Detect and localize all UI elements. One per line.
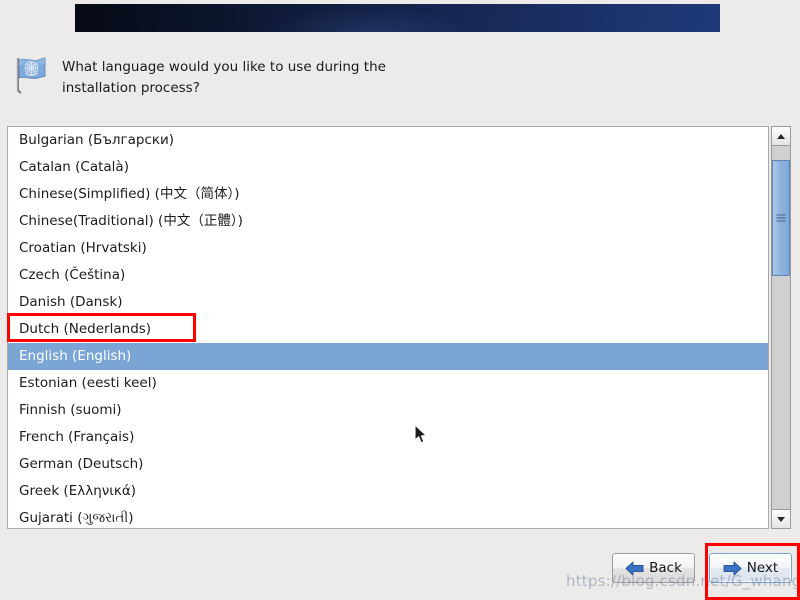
header-banner [75, 4, 720, 32]
list-item[interactable]: Chinese(Simplified) (中文（简体）) [8, 181, 768, 208]
banner-sheen [255, 4, 475, 32]
next-button[interactable]: Next [709, 553, 792, 583]
list-item[interactable]: Chinese(Traditional) (中文（正體）) [8, 208, 768, 235]
list-item[interactable]: Estonian (eesti keel) [8, 370, 768, 397]
list-item[interactable]: German (Deutsch) [8, 451, 768, 478]
scroll-up-button[interactable] [772, 127, 790, 146]
list-item[interactable]: Catalan (Català) [8, 154, 768, 181]
prompt-row: What language would you like to use duri… [8, 52, 508, 99]
list-item[interactable]: Greek (Ελληνικά) [8, 478, 768, 505]
un-flag-icon [8, 52, 52, 96]
list-item[interactable]: Danish (Dansk) [8, 289, 768, 316]
list-item[interactable]: Finnish (suomi) [8, 397, 768, 424]
chevron-down-icon [777, 516, 785, 522]
mouse-cursor [414, 424, 428, 449]
list-item[interactable]: Gujarati (ગુજરાતી) [8, 505, 768, 528]
back-button[interactable]: Back [612, 553, 695, 583]
list-item-selected[interactable]: English (English) [8, 343, 768, 370]
list-item[interactable]: Bulgarian (Български) [8, 127, 768, 154]
prompt-text: What language would you like to use duri… [62, 59, 386, 96]
list-item[interactable]: Czech (Čeština) [8, 262, 768, 289]
button-bar: Back Next [612, 553, 792, 583]
scroll-down-button[interactable] [772, 509, 790, 528]
list-item[interactable]: Dutch (Nederlands) [8, 316, 768, 343]
scrollbar-thumb[interactable] [772, 160, 790, 276]
next-button-label: Next [746, 560, 779, 576]
back-button-label: Back [649, 560, 682, 576]
list-item[interactable]: French (Français) [8, 424, 768, 451]
arrow-right-icon [723, 561, 742, 575]
language-listbox[interactable]: Bulgarian (Български) Catalan (Català) C… [7, 126, 769, 529]
list-item[interactable]: Croatian (Hrvatski) [8, 235, 768, 262]
chevron-up-icon [777, 133, 785, 139]
vertical-scrollbar[interactable] [771, 126, 791, 529]
grip-icon [776, 214, 786, 222]
arrow-left-icon [625, 561, 644, 575]
